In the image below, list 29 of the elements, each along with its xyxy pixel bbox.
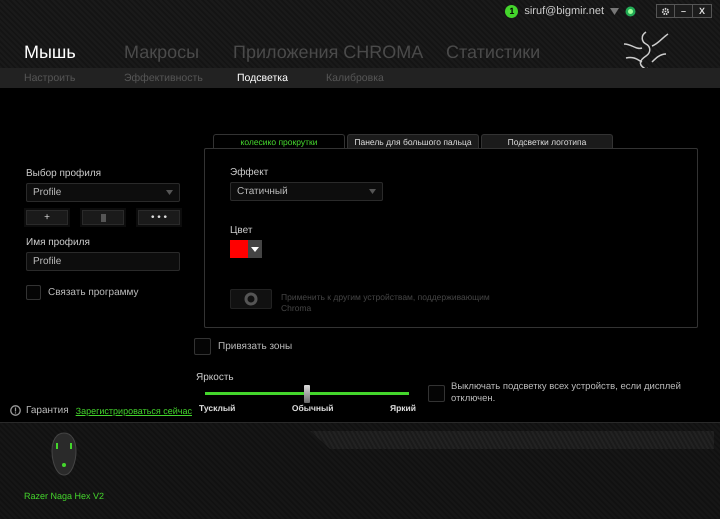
account-email[interactable]: siruf@bigmir.net [524,5,604,17]
checkbox-label: Связать программу [48,287,139,298]
warranty-label: Гарантия [26,405,69,416]
effect-dropdown[interactable]: Статичный [230,182,383,201]
effect-label: Эффект [230,167,270,178]
device-name[interactable]: Razer Naga Hex V2 [24,491,104,501]
window-button[interactable]: – [675,5,693,17]
brightness-label: Яркость [196,372,234,383]
notification-badge[interactable]: 1 [505,4,518,18]
profile-button[interactable]: • • • [138,210,180,225]
slider-tick-label: Тусклый [199,403,236,413]
apply-chroma-label: Применить к другим устройствам, поддерживающим Chroma [281,292,491,314]
color-label: Цвет [230,225,254,236]
sub-tab[interactable]: Подсветка [237,72,288,84]
zone-tab[interactable]: Панель для большого пальца [347,134,479,148]
checkbox-label: Выключать подсветку всех устройств, если дисплей отключен. [451,381,682,405]
profile-name-label: Имя профиля [26,237,91,248]
profile-name-field[interactable]: Profile [26,252,180,271]
profile-label: Выбор профиля [26,168,102,179]
register-link[interactable]: Зарегистрироваться сейчас [76,406,192,416]
profile-dropdown[interactable]: Profile [26,183,180,202]
zone-tab[interactable]: колесико прокрутки [213,134,345,148]
slider-tick-label: Обычный [292,403,334,413]
main-tab[interactable]: Мышь [24,42,76,63]
profile-button[interactable]: + [26,210,68,225]
checkbox-label: Привязать зоны [218,341,292,352]
zone-tab[interactable]: Подсветки логотипа [481,134,613,148]
slider-tick-label: Яркий [390,403,416,413]
window-button[interactable]: X [693,5,711,17]
